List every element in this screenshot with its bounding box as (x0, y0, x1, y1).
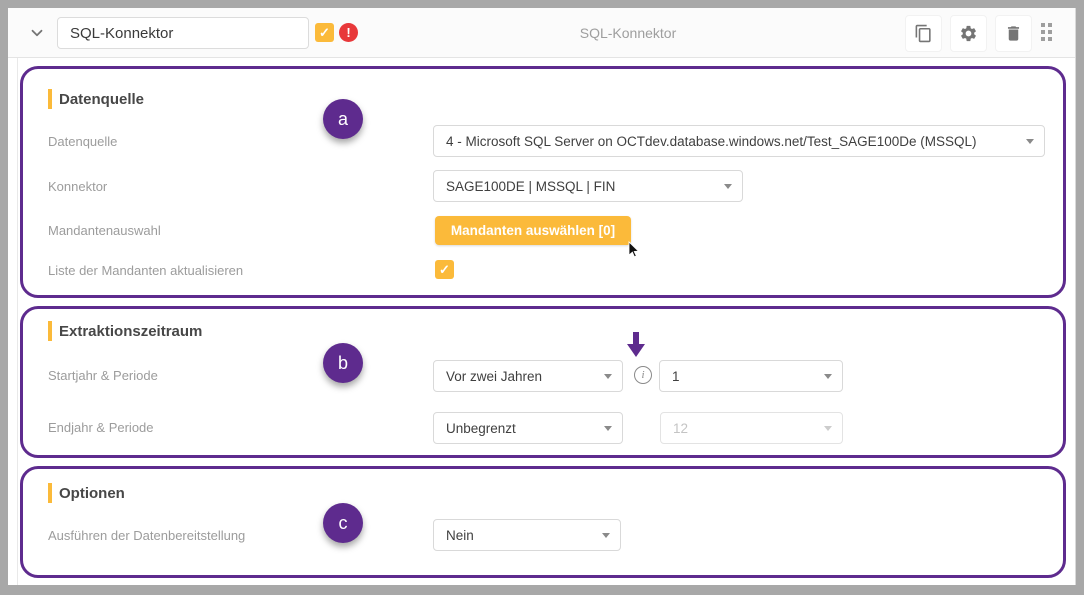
section-c-heading: Optionen (48, 483, 125, 503)
dropdown-startperiode[interactable]: 1 (659, 360, 843, 392)
delete-button[interactable] (995, 15, 1032, 52)
dropdown-endjahr[interactable]: Unbegrenzt (433, 412, 623, 444)
section-a-heading: Datenquelle (48, 89, 144, 109)
chevron-down-icon (604, 426, 612, 431)
label-ausfuehren-datenbereitstellung: Ausführen der Datenbereitstellung (48, 528, 245, 543)
window-frame: ✓ ! SQL-Konnektor Datenquelle a Dat (0, 0, 1084, 595)
chevron-down-icon (724, 184, 732, 189)
label-endjahr-periode: Endjahr & Periode (48, 420, 154, 435)
heading-accent-bar (48, 321, 52, 341)
dropdown-datenquelle-value: 4 - Microsoft SQL Server on OCTdev.datab… (446, 134, 976, 149)
header-checkbox[interactable]: ✓ (315, 23, 334, 42)
annotation-arrow-down (627, 332, 645, 357)
info-icon[interactable]: i (634, 366, 652, 384)
dropdown-startjahr[interactable]: Vor zwei Jahren (433, 360, 623, 392)
dropdown-konnektor[interactable]: SAGE100DE | MSSQL | FIN (433, 170, 743, 202)
drag-handle-icon[interactable] (1041, 23, 1055, 44)
chevron-down-icon (604, 374, 612, 379)
chevron-down-icon (824, 426, 832, 431)
chevron-down-icon[interactable] (28, 24, 46, 42)
label-konnektor: Konnektor (48, 179, 107, 194)
settings-button[interactable] (950, 15, 987, 52)
connector-header: ✓ ! SQL-Konnektor (8, 8, 1075, 58)
annotation-badge-a: a (323, 99, 363, 139)
copy-button[interactable] (905, 15, 942, 52)
liste-aktualisieren-checkbox[interactable]: ✓ (435, 260, 454, 279)
annotation-badge-b: b (323, 343, 363, 383)
gear-icon (959, 24, 978, 43)
section-c-title: Optionen (59, 485, 125, 502)
chevron-down-icon (602, 533, 610, 538)
label-liste-aktualisieren: Liste der Mandanten aktualisieren (48, 263, 243, 278)
dropdown-endperiode-disabled: 12 (660, 412, 843, 444)
trash-icon (1004, 24, 1023, 43)
dropdown-konnektor-value: SAGE100DE | MSSQL | FIN (446, 179, 615, 194)
dropdown-startperiode-value: 1 (672, 369, 680, 384)
copy-icon (914, 24, 933, 43)
connector-title: SQL-Konnektor (358, 25, 898, 41)
dropdown-endperiode-value: 12 (673, 421, 688, 436)
dropdown-startjahr-value: Vor zwei Jahren (446, 369, 542, 384)
section-datenquelle: Datenquelle a Datenquelle 4 - Microsoft … (20, 66, 1066, 298)
connector-card: ✓ ! SQL-Konnektor Datenquelle a Dat (8, 8, 1076, 585)
mandanten-auswaehlen-button[interactable]: Mandanten auswählen [0] (435, 216, 631, 245)
dropdown-datenquelle[interactable]: 4 - Microsoft SQL Server on OCTdev.datab… (433, 125, 1045, 157)
connector-name-input[interactable] (57, 17, 309, 49)
label-datenquelle: Datenquelle (48, 134, 117, 149)
mouse-cursor (627, 241, 641, 259)
section-optionen: Optionen c Ausführen der Datenbereitstel… (20, 466, 1066, 578)
dropdown-ausfuehren[interactable]: Nein (433, 519, 621, 551)
section-a-title: Datenquelle (59, 91, 144, 108)
card-left-border (17, 8, 18, 585)
heading-accent-bar (48, 483, 52, 503)
chevron-down-icon (1026, 139, 1034, 144)
heading-accent-bar (48, 89, 52, 109)
label-mandantenauswahl: Mandantenauswahl (48, 223, 161, 238)
error-icon: ! (339, 23, 358, 42)
dropdown-ausfuehren-value: Nein (446, 528, 474, 543)
dropdown-endjahr-value: Unbegrenzt (446, 421, 516, 436)
annotation-badge-c: c (323, 503, 363, 543)
section-extraktionszeitraum: Extraktionszeitraum b Startjahr & Period… (20, 306, 1066, 458)
label-startjahr-periode: Startjahr & Periode (48, 368, 158, 383)
section-b-heading: Extraktionszeitraum (48, 321, 202, 341)
chevron-down-icon (824, 374, 832, 379)
section-b-title: Extraktionszeitraum (59, 323, 202, 340)
